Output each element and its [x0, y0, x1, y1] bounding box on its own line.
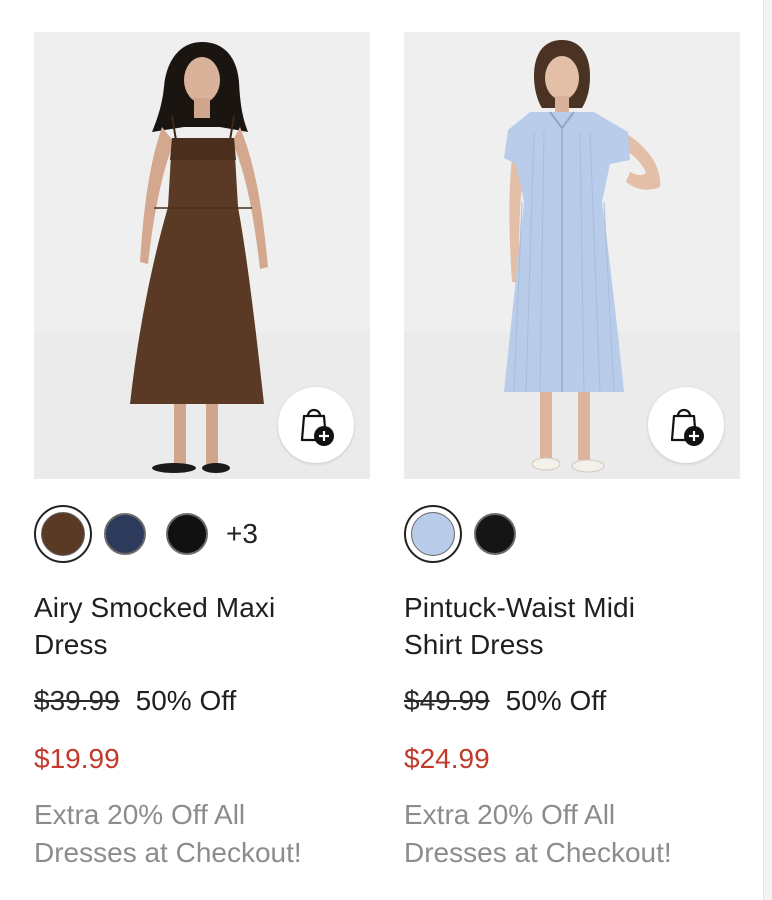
sale-price: $24.99: [404, 743, 490, 774]
product-grid: +3 Airy Smocked Maxi Dress $39.99 50% Of…: [0, 0, 772, 900]
product-title[interactable]: Airy Smocked Maxi Dress: [34, 589, 370, 663]
promo-message: Extra 20% Off All Dresses at Checkout!: [404, 796, 740, 872]
product-title[interactable]: Pintuck-Waist Midi Shirt Dress: [404, 589, 740, 663]
color-swatches: +3: [34, 505, 370, 563]
color-swatch-black[interactable]: [166, 513, 208, 555]
promo-line: Dresses at Checkout!: [404, 837, 672, 868]
add-to-bag-button[interactable]: [278, 387, 354, 463]
product-card[interactable]: Pintuck-Waist Midi Shirt Dress $49.99 50…: [404, 32, 740, 872]
product-title-line: Pintuck-Waist Midi: [404, 592, 636, 623]
discount-label: 50% Off: [505, 685, 607, 716]
product-title-line: Shirt Dress: [404, 629, 544, 660]
price-row: $39.99 50% Off: [34, 683, 370, 719]
color-swatches: [404, 505, 740, 563]
product-title-line: Dress: [34, 629, 108, 660]
price-row: $49.99 50% Off: [404, 683, 740, 719]
promo-line: Extra 20% Off All: [404, 799, 616, 830]
add-to-bag-button[interactable]: [648, 387, 724, 463]
sale-price: $19.99: [34, 743, 120, 774]
color-swatch-brown[interactable]: [34, 505, 92, 563]
product-title-line: Airy Smocked Maxi: [34, 592, 276, 623]
product-image[interactable]: [404, 32, 740, 479]
promo-line: Extra 20% Off All: [34, 799, 246, 830]
original-price: $49.99: [404, 685, 490, 716]
color-swatch-light-blue[interactable]: [404, 505, 462, 563]
add-to-bag-icon: [670, 408, 704, 446]
color-swatch-black[interactable]: [474, 513, 516, 555]
discount-label: 50% Off: [135, 685, 237, 716]
original-price: $39.99: [34, 685, 120, 716]
more-colors-count[interactable]: +3: [226, 518, 258, 550]
scrollbar-edge: [763, 0, 772, 900]
promo-message: Extra 20% Off All Dresses at Checkout!: [34, 796, 370, 872]
product-image[interactable]: [34, 32, 370, 479]
promo-line: Dresses at Checkout!: [34, 837, 302, 868]
product-card[interactable]: +3 Airy Smocked Maxi Dress $39.99 50% Of…: [34, 32, 370, 872]
add-to-bag-icon: [300, 408, 334, 446]
color-swatch-navy[interactable]: [104, 513, 146, 555]
